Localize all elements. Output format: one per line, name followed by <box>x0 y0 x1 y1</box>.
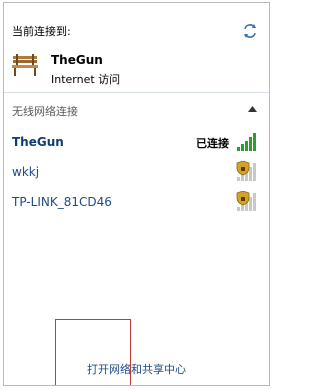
network-status: 已连接 <box>196 137 229 150</box>
footer-link-text[interactable]: 打开网络和共享中心 <box>87 363 186 376</box>
secured-signal-icon <box>236 161 256 181</box>
secured-signal-icon <box>236 191 256 211</box>
signal-strength-icon <box>237 133 256 151</box>
network-row-thegun[interactable]: TheGun 已连接 <box>4 131 269 155</box>
collapse-caret-icon[interactable] <box>248 106 257 112</box>
network-row-wkkj[interactable]: wkkj <box>4 161 269 185</box>
network-row-tp-link[interactable]: TP-LINK_81CD46 <box>4 191 269 215</box>
network-flyout: 当前连接到: TheGun Internet 访问 无线网络连接 TheGun … <box>3 2 270 386</box>
network-name: TheGun <box>12 135 64 149</box>
network-name: wkkj <box>12 165 40 179</box>
refresh-icon[interactable] <box>241 22 259 40</box>
wireless-section-title: 无线网络连接 <box>12 105 78 118</box>
current-connection-section: 当前连接到: TheGun Internet 访问 <box>4 3 269 93</box>
network-bench-icon <box>12 54 38 76</box>
flyout-footer: 打开网络和共享中心 <box>4 319 269 385</box>
connected-to-label: 当前连接到: <box>12 25 71 38</box>
network-name: TP-LINK_81CD46 <box>12 195 112 209</box>
open-network-sharing-center-link[interactable]: 打开网络和共享中心 <box>4 361 269 377</box>
current-network-name: TheGun <box>51 53 103 67</box>
current-network-status: Internet 访问 <box>51 73 121 86</box>
